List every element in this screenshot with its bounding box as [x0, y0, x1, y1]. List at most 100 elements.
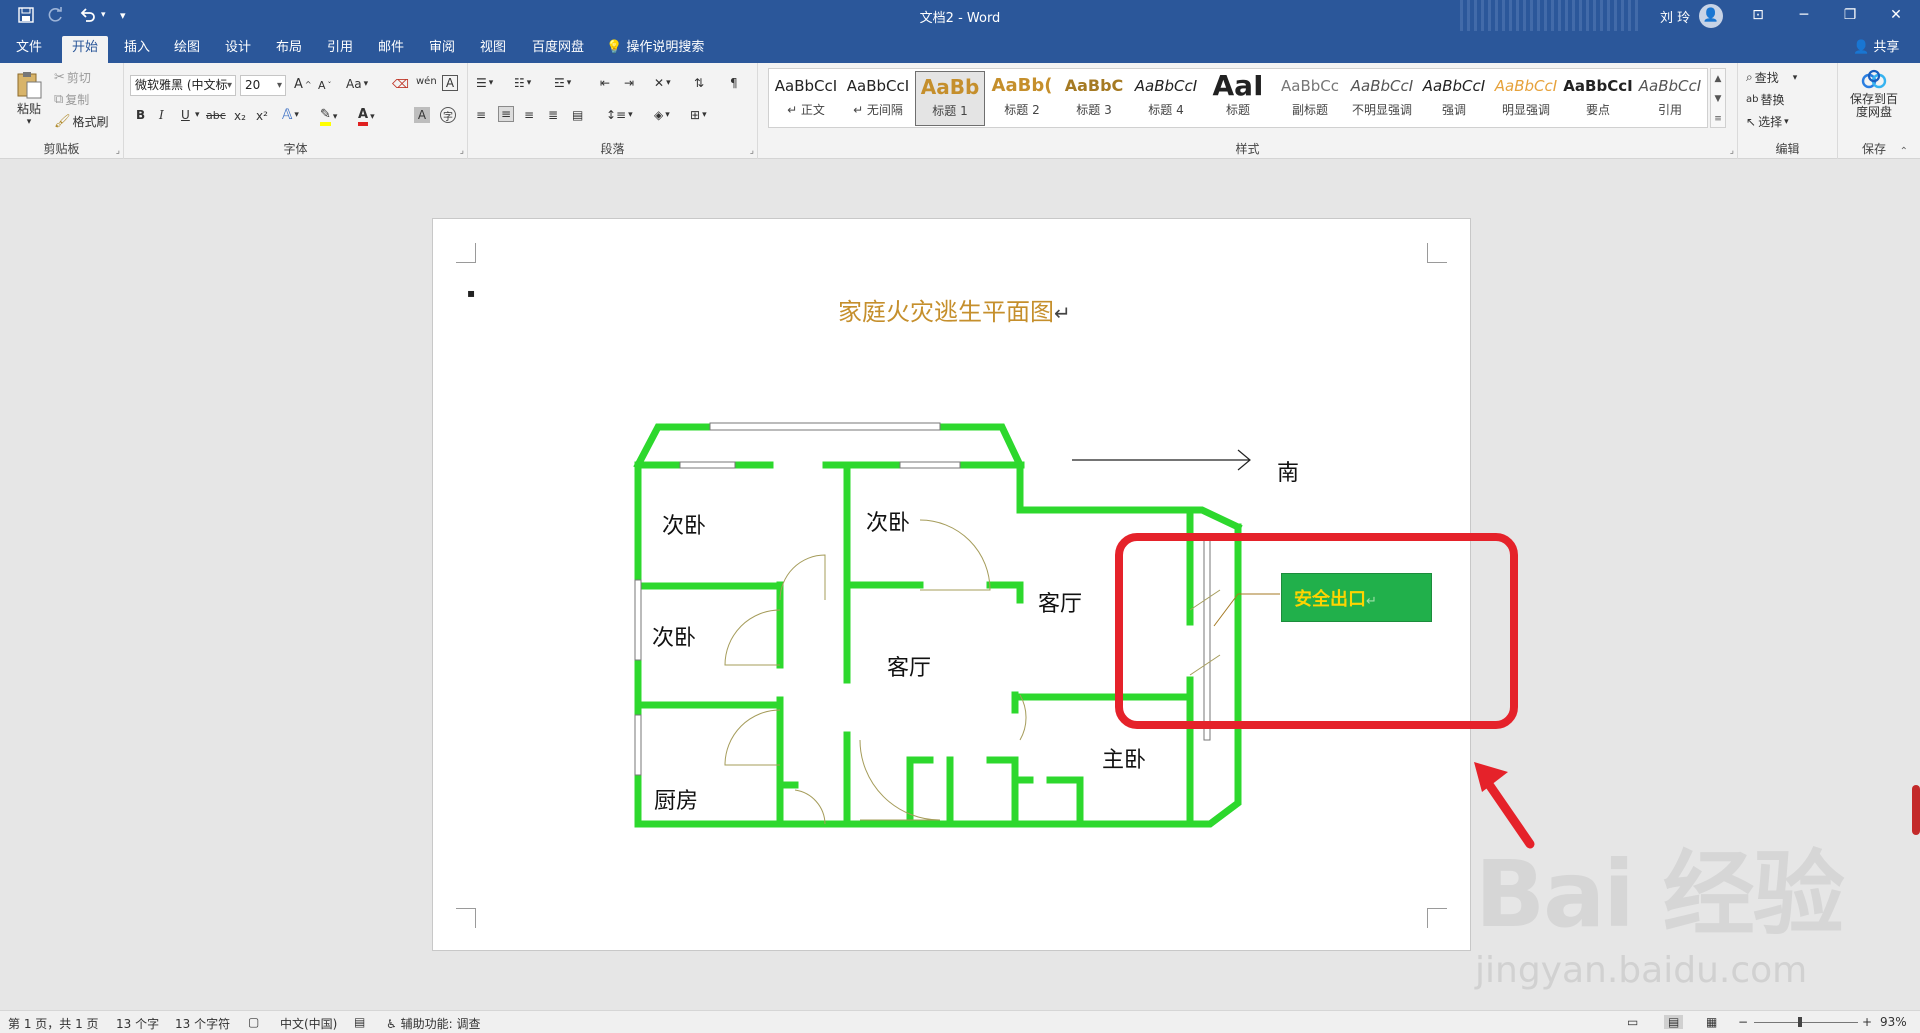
decrease-indent-icon[interactable]: ⇤	[600, 76, 610, 90]
style-heading-4[interactable]: AaBbCcI 标题 4	[1131, 71, 1201, 126]
superscript-button[interactable]: x²	[256, 109, 268, 123]
align-center-icon[interactable]: ≡	[498, 106, 515, 122]
shrink-font-button[interactable]: Aˇ	[318, 79, 332, 92]
tab-design[interactable]: 设计	[215, 36, 261, 63]
minimize-button[interactable]: ─	[1781, 0, 1827, 31]
style-no-spacing[interactable]: AaBbCcI ↵ 无间隔	[843, 71, 913, 126]
tell-me-search[interactable]: 💡 操作说明搜索	[606, 36, 704, 60]
dialog-launcher-icon[interactable]: ⌟	[1730, 146, 1734, 156]
save-to-baidu-button[interactable]: 保存到百度网盘	[1846, 69, 1902, 119]
phonetic-guide-icon[interactable]: wén	[416, 76, 437, 87]
bullets-icon[interactable]: ☰ ▾	[476, 76, 493, 90]
enclose-characters-icon[interactable]: 字	[440, 107, 456, 123]
tab-file[interactable]: 文件	[6, 36, 52, 63]
text-effects-icon[interactable]: 𝔸 ▾	[282, 107, 299, 123]
tab-mailings[interactable]: 邮件	[368, 36, 414, 63]
select-button[interactable]: ↖ 选择 ▾	[1746, 113, 1789, 130]
print-layout-icon[interactable]: ▤	[1664, 1015, 1684, 1029]
style-subtitle[interactable]: AaBbCc 副标题	[1275, 71, 1345, 126]
scrollbar-thumb[interactable]	[1912, 785, 1920, 835]
style-heading-1[interactable]: AaBb 标题 1	[915, 71, 985, 126]
style-emphasis[interactable]: AaBbCcI 强调	[1419, 71, 1489, 126]
copy-button[interactable]: ⧉ 复制	[54, 91, 89, 108]
zoom-slider-thumb[interactable]	[1798, 1017, 1802, 1027]
clear-formatting-icon[interactable]: ⌫	[392, 77, 409, 91]
word-count[interactable]: 13 个字	[116, 1015, 159, 1032]
bold-button[interactable]: B	[136, 108, 145, 122]
zoom-slider[interactable]	[1754, 1022, 1858, 1023]
tab-baidu-netdisk[interactable]: 百度网盘	[522, 36, 594, 63]
ribbon-display-options-icon[interactable]: ⊡	[1735, 0, 1781, 31]
tab-references[interactable]: 引用	[317, 36, 363, 63]
style-title[interactable]: AaI 标题	[1203, 71, 1273, 126]
style-heading-3[interactable]: AaBbC 标题 3	[1059, 71, 1129, 126]
language-indicator[interactable]: 中文(中国)	[280, 1015, 337, 1032]
shading-icon[interactable]: ◈ ▾	[654, 108, 670, 122]
tab-review[interactable]: 审阅	[419, 36, 465, 63]
style-heading-2[interactable]: AaBb(标题 2	[987, 71, 1057, 126]
dialog-launcher-icon[interactable]: ⌟	[460, 146, 464, 156]
style-normal[interactable]: AaBbCcI ↵ 正文	[771, 71, 841, 126]
close-button[interactable]: ✕	[1873, 0, 1919, 31]
document-heading[interactable]: 家庭火灾逃生平面图↵	[838, 292, 1071, 327]
style-intense-emphasis[interactable]: AaBbCcI 明显强调	[1491, 71, 1561, 126]
underline-dropdown-icon[interactable]: ▾	[195, 110, 200, 120]
sort-icon[interactable]: ⇅	[694, 76, 704, 90]
restore-button[interactable]: ❐	[1827, 0, 1873, 31]
grow-font-button[interactable]: A ^	[294, 77, 312, 92]
subscript-button[interactable]: x₂	[234, 109, 246, 123]
zoom-level[interactable]: 93%	[1880, 1015, 1907, 1029]
share-button[interactable]: 👤 共享	[1853, 36, 1899, 60]
room-label-kitchen: 厨房	[654, 789, 699, 814]
italic-button[interactable]: I	[159, 108, 164, 122]
paste-button[interactable]: 粘贴 ▾	[14, 70, 44, 127]
change-case-button[interactable]: Aa ▾	[346, 77, 368, 91]
accessibility-checker[interactable]: ♿ 辅助功能: 调查	[386, 1015, 480, 1032]
character-shading-icon[interactable]: A	[414, 107, 430, 123]
distributed-icon[interactable]: ▤	[572, 108, 583, 122]
font-color-icon[interactable]: A ▾	[358, 107, 375, 126]
chinese-layout-icon[interactable]: ✕ ▾	[654, 76, 671, 90]
style-subtle-emphasis[interactable]: AaBbCcI 不明显强调	[1347, 71, 1417, 126]
web-layout-icon[interactable]: ▦	[1706, 1015, 1717, 1029]
tab-insert[interactable]: 插入	[114, 36, 160, 63]
underline-button[interactable]: U	[181, 108, 190, 122]
page-count[interactable]: 第 1 页，共 1 页	[8, 1015, 99, 1032]
user-name[interactable]: 刘 玲	[1660, 7, 1690, 26]
borders-icon[interactable]: ⊞ ▾	[690, 108, 707, 122]
character-border-icon[interactable]: A	[442, 75, 458, 91]
zoom-in-button[interactable]: +	[1862, 1015, 1872, 1029]
multilevel-list-icon[interactable]: ☲ ▾	[554, 76, 571, 90]
format-painter-button[interactable]: 🖌 格式刷	[54, 113, 109, 130]
highlight-color-icon[interactable]: ✎ ▾	[320, 107, 337, 126]
char-count[interactable]: 13 个字符	[175, 1015, 230, 1032]
show-formatting-marks-icon[interactable]: ¶	[730, 76, 738, 90]
zoom-out-button[interactable]: −	[1738, 1015, 1748, 1029]
read-mode-icon[interactable]: ▭	[1627, 1015, 1638, 1029]
align-left-icon[interactable]: ≡	[476, 108, 486, 122]
tab-home[interactable]: 开始	[62, 36, 109, 63]
tab-draw[interactable]: 绘图	[164, 36, 210, 63]
replace-button[interactable]: ab 替换	[1746, 91, 1785, 108]
cut-button[interactable]: ✂ 剪切	[54, 69, 91, 86]
style-quote[interactable]: AaBbCcI 引用	[1635, 71, 1705, 126]
avatar[interactable]: 👤	[1699, 4, 1723, 28]
font-name-combo[interactable]: 微软雅黑 (中文标	[130, 75, 236, 96]
tab-layout[interactable]: 布局	[266, 36, 312, 63]
dialog-launcher-icon[interactable]: ⌟	[750, 146, 754, 156]
dialog-launcher-icon[interactable]: ⌟	[116, 146, 120, 156]
proofing-icon[interactable]: ▢	[248, 1015, 259, 1029]
line-spacing-icon[interactable]: ↕≡ ▾	[606, 108, 633, 122]
style-gallery-scroll[interactable]: ▲ ▼ ≡	[1710, 68, 1726, 128]
increase-indent-icon[interactable]: ⇥	[624, 76, 634, 90]
macro-icon[interactable]: ▤	[354, 1015, 365, 1029]
collapse-ribbon-icon[interactable]: ⌃	[1900, 146, 1908, 157]
strikethrough-button[interactable]: abc	[206, 109, 226, 122]
style-strong[interactable]: AaBbCcI 要点	[1563, 71, 1633, 126]
align-right-icon[interactable]: ≡	[524, 108, 534, 122]
find-button[interactable]: ⌕ 查找 ▾	[1746, 69, 1797, 86]
font-size-combo[interactable]: 20	[240, 75, 286, 96]
tab-view[interactable]: 视图	[470, 36, 516, 63]
justify-icon[interactable]: ≣	[548, 108, 558, 122]
numbering-icon[interactable]: ☷ ▾	[514, 76, 531, 90]
